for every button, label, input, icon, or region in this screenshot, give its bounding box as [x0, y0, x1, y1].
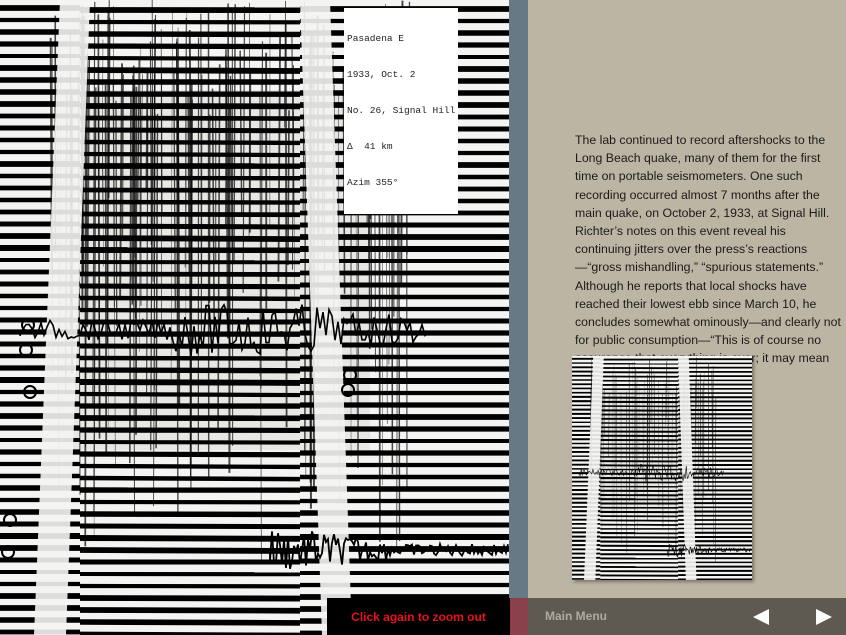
main-menu-link[interactable]: Main Menu — [545, 609, 607, 623]
red-strip — [510, 598, 528, 635]
stamp-line: Δ 41 km — [347, 141, 393, 152]
story-text: The lab continued to record aftershocks … — [575, 133, 841, 384]
stamp-line: 1933, Oct. 2 — [347, 69, 416, 80]
seismogram-viewer[interactable]: Pasadena E 1933, Oct. 2 No. 26, Signal H… — [0, 0, 509, 635]
stamp-line: Azim 355° — [347, 177, 399, 188]
bottom-nav-bar: Main Menu — [528, 598, 846, 635]
next-page-icon[interactable] — [815, 609, 833, 625]
stamp-line: No. 26, Signal Hill — [347, 105, 456, 116]
story-panel: The lab continued to record aftershocks … — [528, 0, 846, 598]
stamp-line: Pasadena E — [347, 33, 405, 44]
zoom-out-label: Click again to zoom out — [351, 609, 486, 624]
seismogram-stamp: Pasadena E 1933, Oct. 2 No. 26, Signal H… — [344, 8, 459, 214]
seismogram-thumbnail[interactable] — [572, 356, 752, 580]
previous-page-icon[interactable] — [752, 609, 770, 625]
panel-divider — [509, 0, 528, 598]
thumbnail-image — [572, 356, 752, 580]
zoom-out-button[interactable]: Click again to zoom out — [327, 598, 510, 635]
